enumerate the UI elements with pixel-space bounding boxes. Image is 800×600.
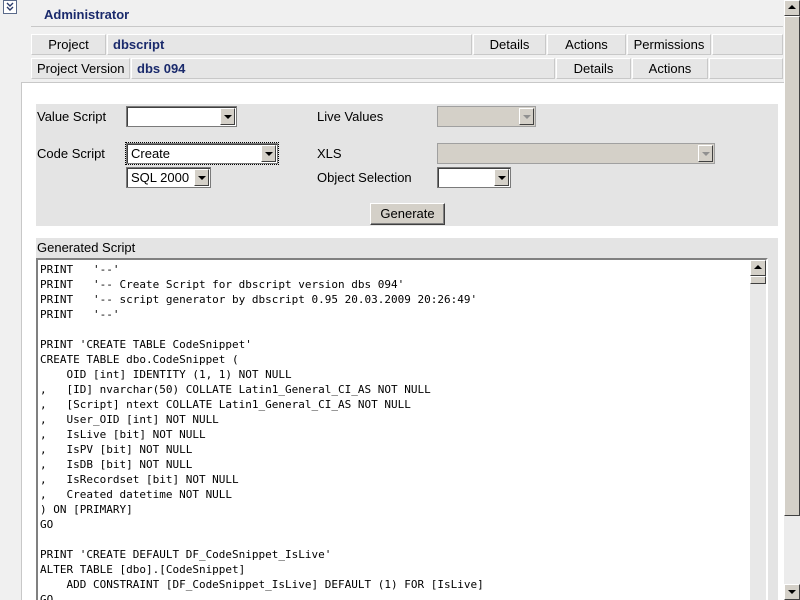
page-scroll-up-icon[interactable] — [784, 0, 800, 16]
code-script-select[interactable]: Create — [125, 142, 279, 165]
chevron-down-icon — [698, 145, 713, 162]
code-script-selected: Create — [131, 146, 171, 161]
code-script-label: Code Script — [37, 146, 105, 161]
version-label: Project Version — [31, 58, 130, 79]
xls-select — [437, 143, 715, 164]
page-scroll-thumb[interactable] — [784, 16, 800, 516]
admin-title: Administrator — [44, 7, 130, 22]
object-selection-label: Object Selection — [317, 170, 412, 185]
version-actions-link[interactable]: Actions — [632, 58, 708, 79]
chevron-down-icon — [519, 108, 534, 125]
script-scroll-thumb[interactable] — [750, 276, 766, 284]
live-values-select — [437, 106, 536, 127]
value-script-select[interactable] — [126, 106, 237, 127]
generated-script-label: Generated Script — [37, 240, 136, 255]
generated-script-textarea[interactable]: PRINT '--' PRINT '-- Create Script for d… — [36, 258, 768, 600]
generate-button[interactable]: Generate — [370, 203, 445, 225]
project-label: Project — [31, 34, 106, 55]
project-details-link[interactable]: Details — [473, 34, 546, 55]
live-values-label: Live Values — [317, 109, 384, 124]
xls-label: XLS — [317, 146, 342, 161]
sql-version-selected: SQL 2000 — [131, 170, 190, 185]
script-scrollbar[interactable] — [750, 260, 766, 600]
object-selection-select[interactable] — [437, 167, 511, 188]
page-scroll-down-icon[interactable] — [784, 584, 800, 600]
admin-header-bar — [31, 5, 783, 27]
project-actions-link[interactable]: Actions — [547, 34, 626, 55]
project-value-link[interactable]: dbscript — [107, 34, 472, 55]
scroll-up-icon[interactable] — [750, 260, 766, 276]
project-row-spacer — [712, 34, 783, 55]
chevron-down-icon — [494, 169, 509, 186]
version-details-link[interactable]: Details — [556, 58, 631, 79]
collapse-toggle-icon[interactable] — [3, 0, 17, 14]
chevron-down-icon — [261, 145, 276, 162]
chevron-down-icon — [194, 169, 209, 186]
sql-version-select[interactable]: SQL 2000 — [126, 167, 211, 188]
chevron-down-icon — [220, 108, 235, 125]
version-row-spacer — [709, 58, 783, 79]
generated-script-content: PRINT '--' PRINT '-- Create Script for d… — [40, 263, 484, 600]
value-script-label: Value Script — [37, 109, 107, 124]
project-permissions-link[interactable]: Permissions — [627, 34, 711, 55]
version-value-link[interactable]: dbs 094 — [131, 58, 555, 79]
